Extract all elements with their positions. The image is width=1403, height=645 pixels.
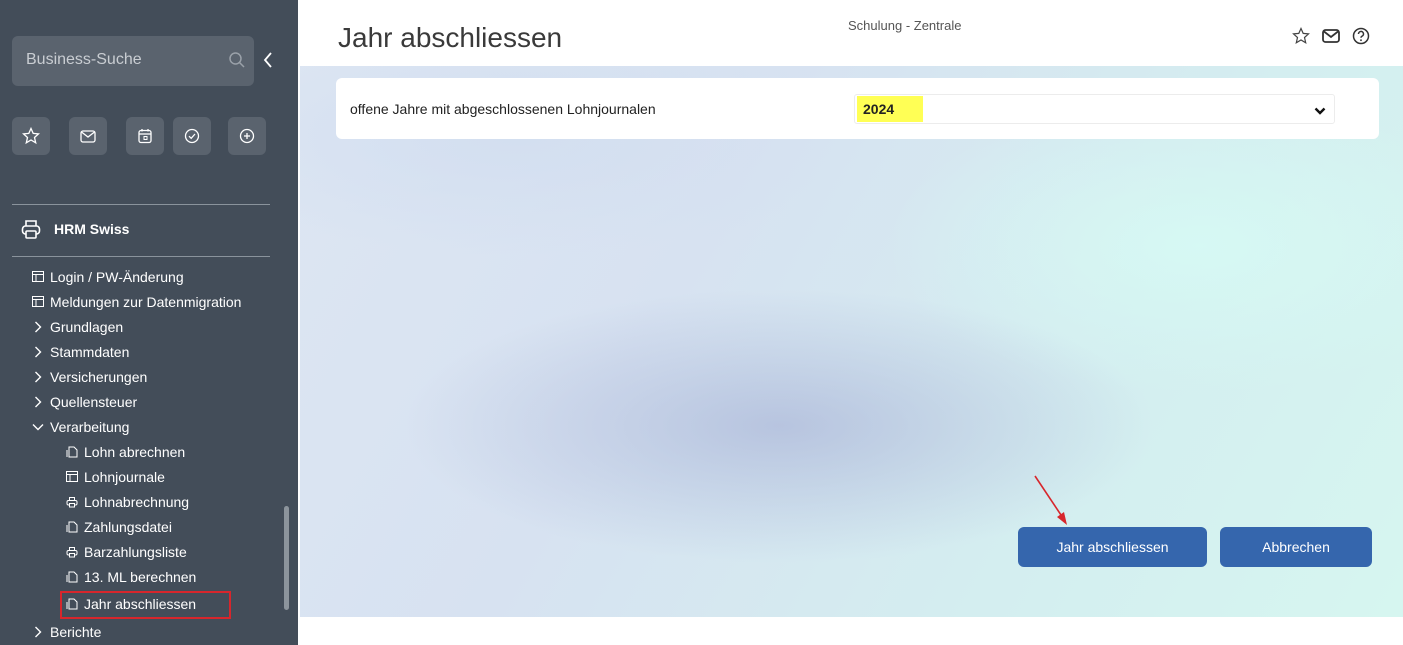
nav-item-label: Meldungen zur Datenmigration: [50, 293, 242, 310]
year-select-value: 2024: [857, 96, 923, 122]
nav-item-label: 13. ML berechnen: [84, 568, 197, 585]
calendar-icon: [138, 129, 152, 144]
nav-item-grundlagen[interactable]: Grundlagen: [30, 316, 123, 337]
nav-item-data-migration[interactable]: Meldungen zur Datenmigration: [30, 291, 241, 312]
nav-item-berichte[interactable]: Berichte: [30, 621, 101, 642]
chevron-right-icon: [35, 371, 42, 382]
tasks-button[interactable]: [173, 117, 211, 155]
nav-item-zahlungsdatei[interactable]: Zahlungsdatei: [64, 516, 172, 537]
nav-item-lohn-abrechnen[interactable]: Lohn abrechnen: [64, 441, 185, 462]
document-icon: [66, 521, 78, 532]
nav-item-label: Zahlungsdatei: [84, 518, 172, 535]
context-label: Schulung - Zentrale: [848, 18, 962, 33]
printer-icon: [66, 496, 78, 507]
mail-button[interactable]: [69, 117, 107, 155]
nav-item-lohnabrechnung[interactable]: Lohnabrechnung: [64, 491, 189, 512]
star-icon[interactable]: [1292, 27, 1310, 50]
nav-item-label: Berichte: [50, 623, 102, 640]
chevron-right-icon: [35, 626, 42, 637]
divider: [12, 256, 270, 257]
active-item-highlight: [60, 591, 231, 619]
divider: [12, 204, 270, 205]
year-selection-card: offene Jahre mit abgeschlossenen Lohnjou…: [336, 78, 1379, 139]
nav-item-label: Verarbeitung: [50, 418, 130, 435]
add-button[interactable]: [228, 117, 266, 155]
chevron-down-icon: [32, 423, 44, 430]
main-area: Jahr abschliessen Schulung - Zentrale of…: [298, 0, 1403, 645]
close-year-button[interactable]: Jahr abschliessen: [1018, 527, 1207, 567]
table-icon: [32, 271, 44, 282]
nav-item-13-ml-berechnen[interactable]: 13. ML berechnen: [64, 566, 196, 587]
chevron-down-icon[interactable]: [1314, 103, 1326, 121]
collapse-sidebar-icon[interactable]: [262, 50, 274, 75]
search-icon[interactable]: [228, 51, 246, 74]
table-icon: [32, 296, 44, 307]
document-icon: [66, 571, 78, 582]
help-icon[interactable]: [1352, 27, 1370, 50]
plus-circle-icon: [239, 128, 255, 144]
page-header: Jahr abschliessen Schulung - Zentrale: [298, 0, 1403, 66]
nav-item-versicherungen[interactable]: Versicherungen: [30, 366, 147, 387]
favorites-button[interactable]: [12, 117, 50, 155]
nav-item-lohnjournale[interactable]: Lohnjournale: [64, 466, 165, 487]
annotation-arrow: [1034, 475, 1067, 525]
module-title: HRM Swiss: [54, 221, 130, 237]
chevron-right-icon: [35, 346, 42, 357]
nav-item-verarbeitung[interactable]: Verarbeitung: [30, 416, 129, 437]
module-header[interactable]: HRM Swiss: [20, 218, 129, 240]
chevron-right-icon: [35, 321, 42, 332]
nav-item-label: Versicherungen: [50, 368, 148, 385]
nav-item-label: Quellensteuer: [50, 393, 138, 410]
nav-item-label: Login / PW-Änderung: [50, 268, 184, 285]
chevron-right-icon: [35, 396, 42, 407]
check-circle-icon: [184, 128, 200, 144]
nav-item-label: Stammdaten: [50, 343, 130, 360]
page-title: Jahr abschliessen: [338, 22, 563, 53]
nav-item-label: Lohnabrechnung: [84, 493, 190, 510]
nav-item-label: Lohnjournale: [84, 468, 165, 485]
envelope-icon: [80, 130, 96, 143]
year-field-label: offene Jahre mit abgeschlossenen Lohnjou…: [350, 101, 656, 117]
nav-item-stammdaten[interactable]: Stammdaten: [30, 341, 129, 362]
content-area: offene Jahre mit abgeschlossenen Lohnjou…: [300, 66, 1403, 617]
nav-item-label: Barzahlungsliste: [84, 543, 187, 560]
search-input[interactable]: [26, 47, 216, 73]
star-icon: [22, 127, 40, 145]
printer-icon: [21, 220, 41, 239]
envelope-icon[interactable]: [1321, 27, 1341, 50]
calendar-button[interactable]: [126, 117, 164, 155]
nav-item-barzahlungsliste[interactable]: Barzahlungsliste: [64, 541, 187, 562]
year-select[interactable]: 2024: [854, 94, 1335, 124]
sidebar: HRM Swiss Login / PW-Änderung Meldungen …: [0, 0, 298, 645]
sidebar-scrollbar[interactable]: [284, 506, 289, 610]
printer-icon: [66, 546, 78, 557]
document-icon: [66, 446, 78, 457]
nav-item-label: Grundlagen: [50, 318, 124, 335]
table-icon: [66, 471, 78, 482]
nav-item-label: Lohn abrechnen: [84, 443, 186, 460]
nav-item-quellensteuer[interactable]: Quellensteuer: [30, 391, 137, 412]
business-search[interactable]: [12, 36, 254, 86]
cancel-button[interactable]: Abbrechen: [1220, 527, 1372, 567]
nav-item-login-pw-change[interactable]: Login / PW-Änderung: [30, 266, 184, 287]
